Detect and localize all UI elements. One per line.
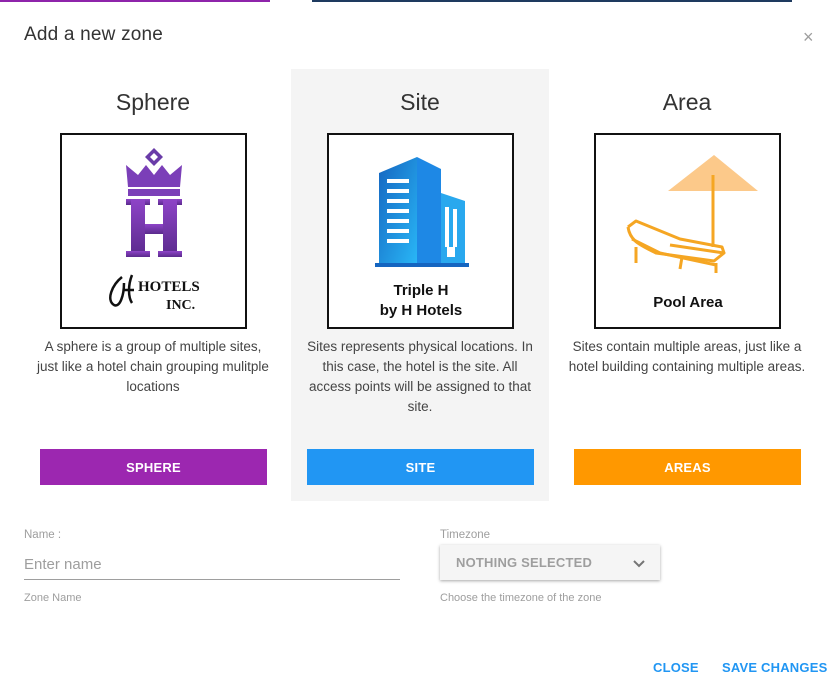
pool-lounger-umbrella-icon: Pool Area	[626, 155, 758, 311]
timezone-label: Timezone	[440, 529, 491, 541]
sphere-image-caption-1: HOTELS	[138, 279, 200, 295]
name-label: Name :	[24, 529, 62, 541]
areas-button[interactable]: AREAS	[574, 449, 801, 485]
save-changes-button[interactable]: SAVE CHANGES	[722, 660, 827, 675]
area-description: Sites contain multiple areas, just like …	[568, 339, 806, 374]
name-helper-text: Zone Name	[24, 592, 82, 604]
sphere-description: A sphere is a group of multiple sites, j…	[37, 339, 269, 394]
area-image-caption: Pool Area	[653, 294, 723, 311]
top-accent-bar	[0, 0, 839, 2]
chevron-down-icon	[633, 560, 645, 568]
site-image-caption-1: Triple H	[393, 282, 448, 299]
hotels-inc-logo-icon: HOTELS INC.	[109, 148, 200, 313]
site-button[interactable]: SITE	[307, 449, 534, 485]
close-button[interactable]: CLOSE	[653, 660, 699, 675]
site-title: Site	[400, 89, 440, 115]
area-image: Pool Area	[594, 133, 781, 329]
site-description: Sites represents physical locations. In …	[307, 339, 533, 414]
zone-type-sphere: Sphere HOTELS INC. A sphere is a group o…	[24, 69, 282, 501]
sphere-image: HOTELS INC.	[60, 133, 247, 329]
timezone-helper-text: Choose the timezone of the zone	[440, 592, 602, 604]
sphere-button[interactable]: SPHERE	[40, 449, 267, 485]
sphere-title: Sphere	[115, 89, 191, 115]
timezone-selected-value: NOTHING SELECTED	[456, 555, 593, 570]
area-title: Area	[662, 89, 712, 115]
accent-segment-navy	[312, 0, 792, 2]
site-image: Triple H by H Hotels	[327, 133, 514, 329]
hotel-building-icon: Triple H by H Hotels	[375, 157, 469, 319]
zone-type-site: Site Triple H by H Hotels Sites represen…	[291, 69, 549, 501]
zone-type-area: Area Pool Area Sites contain multiple ar…	[558, 69, 816, 501]
name-input[interactable]	[24, 550, 400, 580]
close-icon[interactable]: ×	[803, 28, 814, 46]
timezone-select[interactable]: NOTHING SELECTED	[440, 545, 660, 580]
accent-segment-purple	[0, 0, 270, 2]
dialog-title: Add a new zone	[24, 24, 164, 45]
site-image-caption-2: by H Hotels	[380, 302, 463, 319]
sphere-image-caption-2: INC.	[166, 298, 195, 313]
